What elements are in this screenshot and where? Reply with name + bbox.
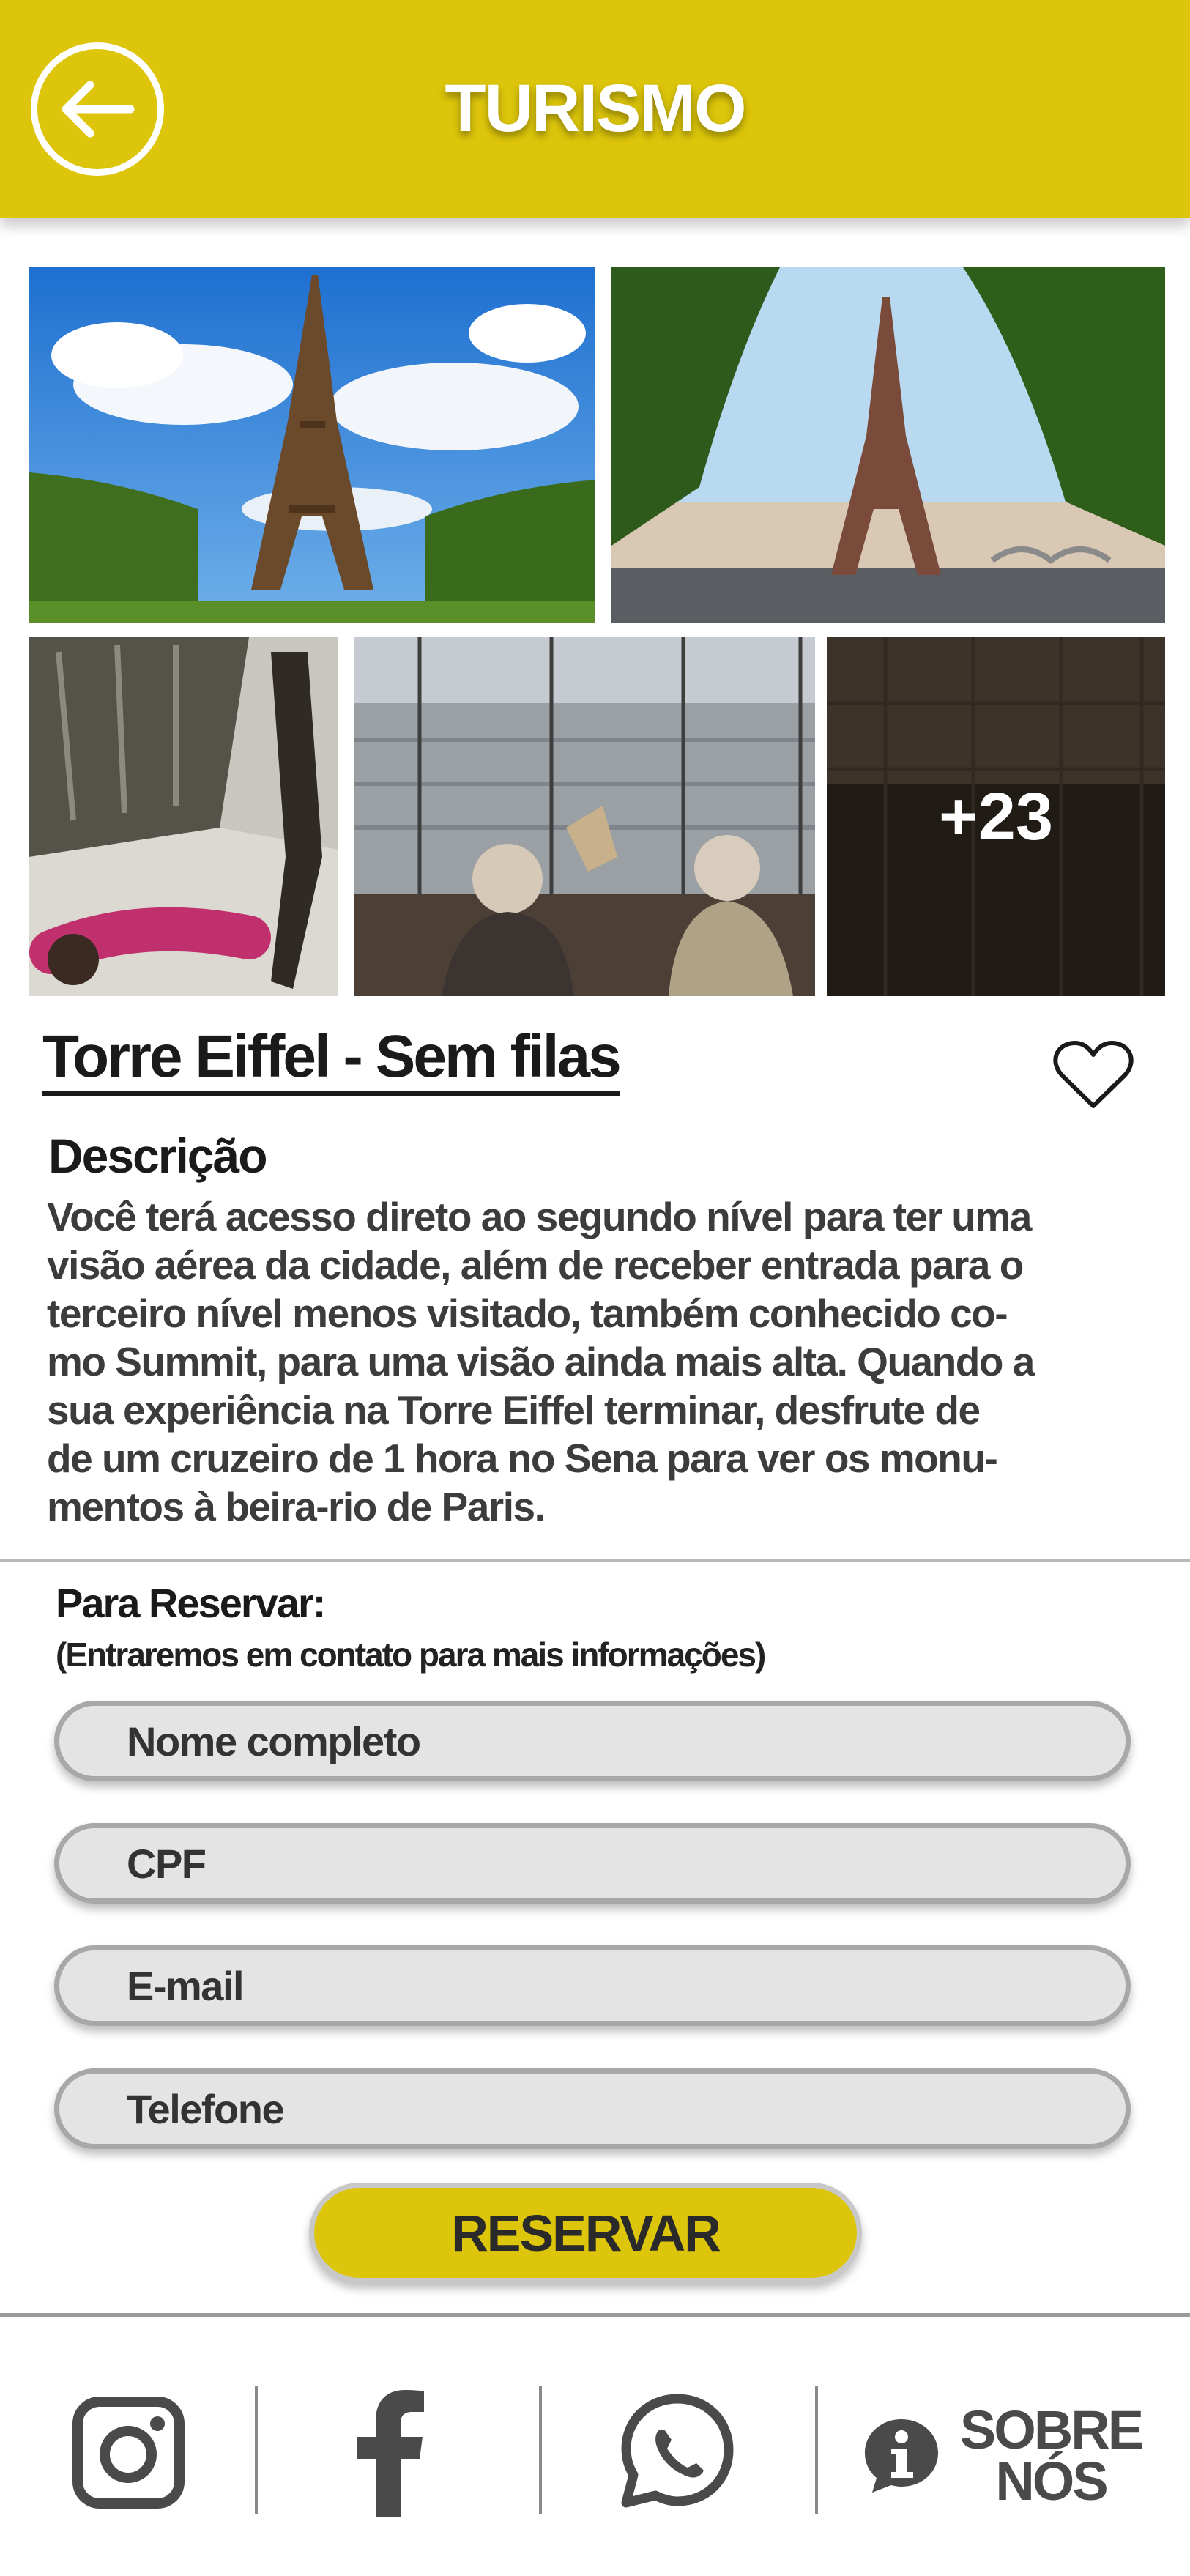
full-name-field[interactable] xyxy=(54,1701,1131,1781)
description-line: mentos à beira-rio de Paris. xyxy=(47,1484,546,1529)
footer-separator xyxy=(815,2386,818,2514)
eiffel-tower-image xyxy=(29,267,595,623)
section-divider xyxy=(0,1559,1190,1562)
description-line: sua experiência na Torre Eiffel terminar… xyxy=(47,1387,981,1433)
instagram-link[interactable] xyxy=(70,2394,187,2511)
cpf-input[interactable] xyxy=(127,1839,1126,1888)
gallery-photo-1[interactable] xyxy=(29,267,595,623)
email-field[interactable] xyxy=(54,1945,1131,2026)
description-text: Você terá acesso direto ao segundo nível… xyxy=(47,1192,1145,1531)
gallery-photo-5-more[interactable]: +23 xyxy=(827,637,1165,996)
footer-separator xyxy=(255,2386,258,2514)
facebook-link[interactable] xyxy=(344,2386,439,2518)
city-view-image xyxy=(354,637,815,996)
email-input[interactable] xyxy=(127,1961,1126,2010)
place-title: Torre Eiffel - Sem filas xyxy=(42,1027,622,1096)
cpf-field[interactable] xyxy=(54,1823,1131,1904)
gallery-photo-2[interactable] xyxy=(611,267,1165,623)
whatsapp-icon xyxy=(621,2394,733,2507)
description-heading: Descrição xyxy=(48,1129,268,1183)
footer-divider xyxy=(0,2313,1190,2317)
description-line: visão aérea da cidade, além de receber e… xyxy=(47,1242,1024,1288)
heart-icon[interactable] xyxy=(1053,1039,1134,1112)
info-icon xyxy=(864,2419,938,2493)
more-photos-count: +23 xyxy=(827,637,1165,996)
eiffel-tower-trees-image xyxy=(611,267,1165,623)
description-line: de um cruzeiro de 1 hora no Sena para ve… xyxy=(47,1436,998,1481)
description-line: terceiro nível menos visitado, também co… xyxy=(47,1291,1008,1336)
about-us-label-line2: NÓS xyxy=(995,2451,1108,2512)
about-us-label: SOBRE NÓS xyxy=(959,2399,1144,2512)
reservation-sublabel: (Entraremos em contato para mais informa… xyxy=(56,1636,766,1674)
glass-floor-image xyxy=(29,637,338,996)
whatsapp-link[interactable] xyxy=(615,2389,740,2514)
gallery-photo-4[interactable] xyxy=(354,637,815,996)
instagram-icon xyxy=(72,2396,185,2509)
full-name-input[interactable] xyxy=(127,1717,1126,1765)
description-line: Você terá acesso direto ao segundo nível… xyxy=(47,1194,1032,1239)
about-us-label-line1: SOBRE xyxy=(959,2399,1144,2460)
reservation-label: Para Reservar: xyxy=(56,1580,326,1626)
app-header: TURISMO xyxy=(0,0,1190,218)
facebook-icon xyxy=(357,2389,424,2517)
gallery-photo-3[interactable] xyxy=(29,637,338,996)
description-line: mo Summit, para uma visão ainda mais alt… xyxy=(47,1339,1035,1384)
phone-field[interactable] xyxy=(54,2068,1131,2149)
reserve-button[interactable]: RESERVAR xyxy=(309,2183,862,2283)
about-us-link[interactable]: SOBRE NÓS xyxy=(841,2401,1163,2511)
phone-input[interactable] xyxy=(127,2085,1126,2133)
page-title: TURISMO xyxy=(445,71,746,146)
footer-separator xyxy=(539,2386,542,2514)
